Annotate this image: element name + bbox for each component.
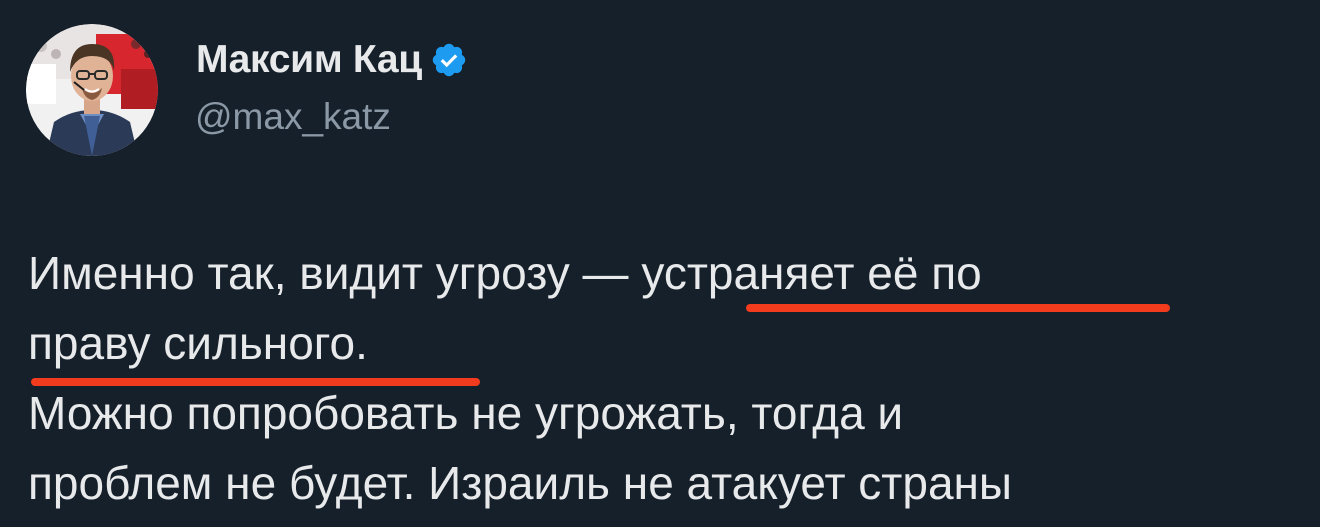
tweet-line: Именно так, видит угрозу — устраняет её … xyxy=(28,247,982,299)
verified-badge-icon[interactable] xyxy=(430,41,468,79)
tweet-line: проблем не будет. Израиль не атакует стр… xyxy=(28,457,1012,509)
tweet-line: Можно попробовать не угрожать, тогда и xyxy=(28,387,904,439)
highlight-underline xyxy=(31,378,480,386)
tweet-card: Максим Кац @max_katz Именно так, видит у… xyxy=(0,0,1320,527)
tweet-line: праву сильного. xyxy=(28,317,368,369)
avatar[interactable] xyxy=(26,24,158,156)
author-handle[interactable]: @max_katz xyxy=(195,96,391,138)
author-display-name[interactable]: Максим Кац xyxy=(196,38,422,82)
avatar-photo xyxy=(26,24,158,156)
author-name-row: Максим Кац xyxy=(196,36,468,84)
highlight-underline xyxy=(746,304,1170,312)
